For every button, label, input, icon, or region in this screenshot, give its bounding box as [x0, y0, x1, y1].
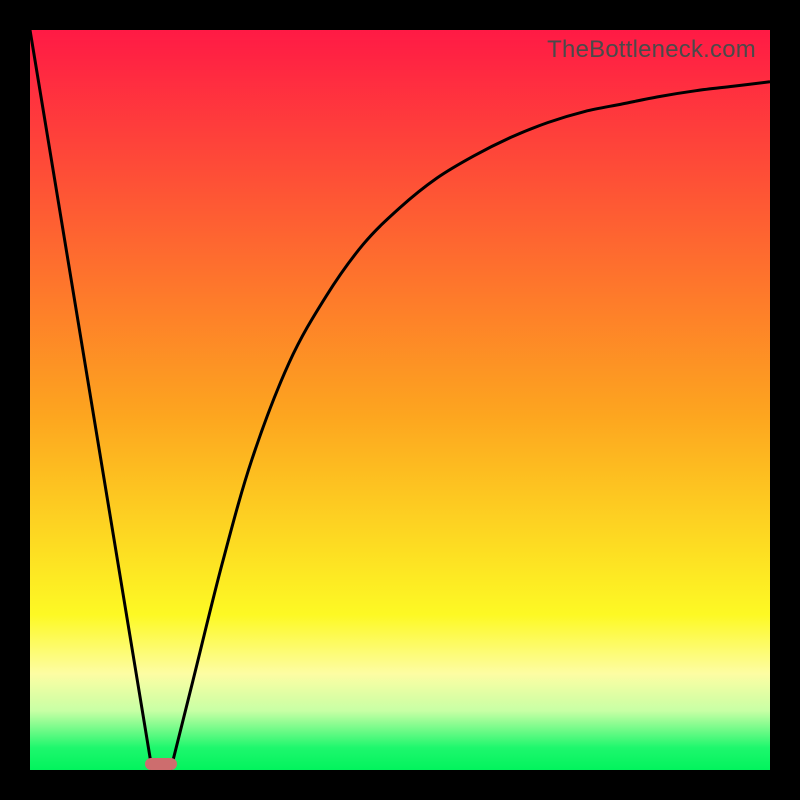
- plot-area: TheBottleneck.com: [30, 30, 770, 770]
- left-line: [30, 30, 152, 770]
- chart-frame: TheBottleneck.com: [0, 0, 800, 800]
- right-curve: [171, 82, 770, 770]
- curve-layer: [30, 30, 770, 770]
- min-marker: [145, 758, 177, 770]
